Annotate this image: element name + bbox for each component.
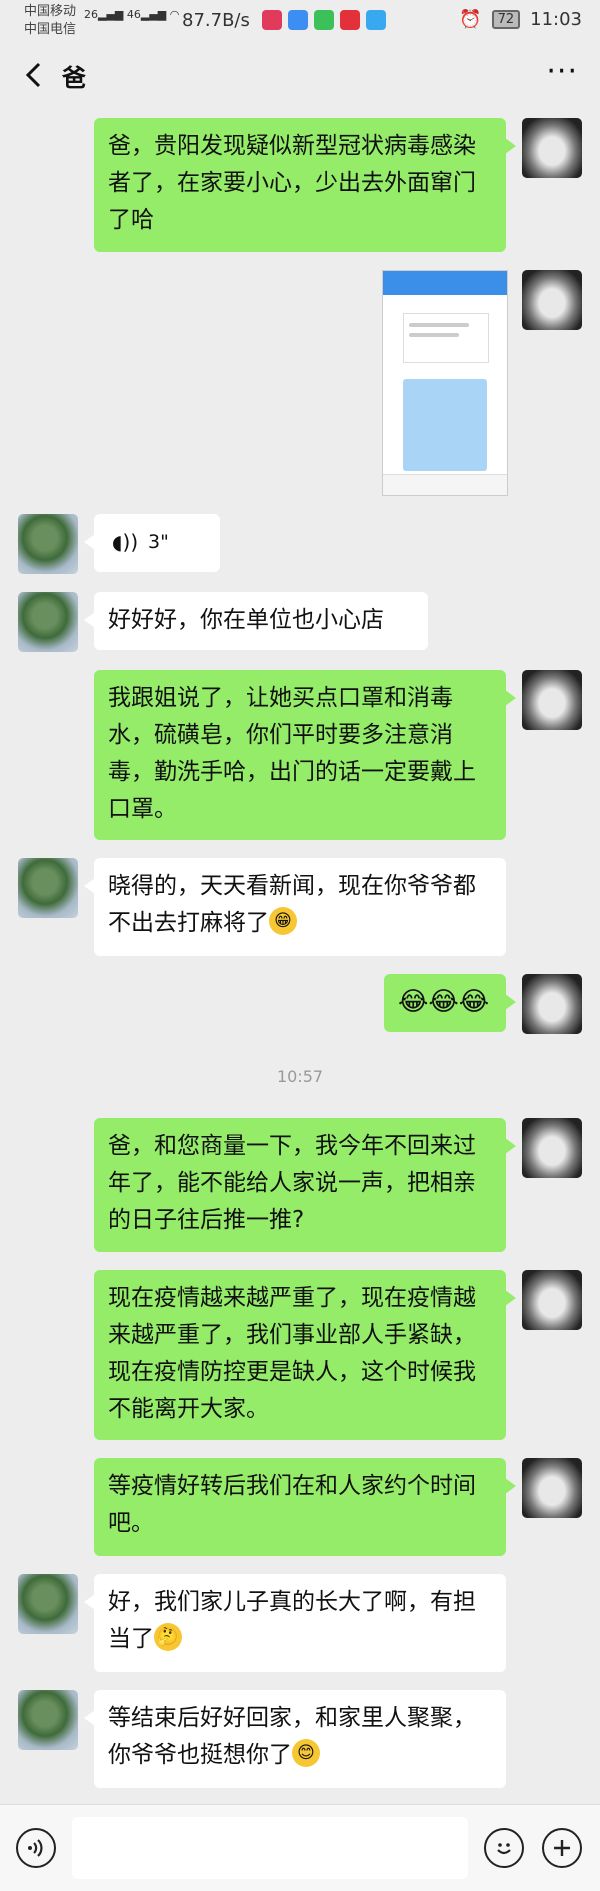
carrier-1: 中国移动 xyxy=(24,4,77,19)
carrier-info: 中国移动 中国电信 xyxy=(24,3,76,39)
message-text: 等结束后好好回家，和家里人聚聚，你爷爷也挺想你了 xyxy=(108,1705,476,1768)
voice-message[interactable]: ◖)) 3" xyxy=(84,514,220,572)
avatar-me[interactable] xyxy=(522,1458,582,1518)
more-dots-icon[interactable]: ··· xyxy=(546,54,578,89)
message-input[interactable] xyxy=(72,1817,468,1879)
network-type-1: 26 xyxy=(84,8,98,21)
emoji-message[interactable]: 😂😂😂 xyxy=(384,974,516,1032)
message-bubble-other[interactable]: 等结束后好好回家，和家里人聚聚，你爷爷也挺想你了 😊 xyxy=(84,1690,506,1788)
emoji-icon[interactable] xyxy=(484,1828,524,1868)
smile-emoji-icon: 😊 xyxy=(292,1738,320,1767)
voice-wave-icon: ◖)) xyxy=(112,530,139,554)
carrier-2: 中国电信 xyxy=(24,22,77,37)
avatar-me[interactable] xyxy=(522,270,582,330)
thinking-emoji-icon: 🤔 xyxy=(154,1622,182,1651)
timestamp: 10:57 xyxy=(276,1067,324,1086)
chevron-left-icon[interactable] xyxy=(20,60,50,90)
app-icon xyxy=(262,10,282,30)
screenshot-header xyxy=(383,271,507,295)
screenshot-card xyxy=(403,313,489,363)
chat-header: 爸 ··· xyxy=(0,42,600,112)
avatar-me[interactable] xyxy=(522,1270,582,1330)
avatar-dad[interactable] xyxy=(18,1690,78,1750)
avatar-me[interactable] xyxy=(522,118,582,178)
notification-icons xyxy=(262,10,386,30)
app-icon xyxy=(314,10,334,30)
message-bubble-other[interactable]: 好好好，你在单位也小心店 xyxy=(84,592,428,650)
avatar-dad[interactable] xyxy=(18,514,78,574)
screenshot-footer xyxy=(383,474,507,495)
screenshot-text-line xyxy=(409,323,469,327)
avatar-me[interactable] xyxy=(522,1118,582,1178)
message-bubble-other[interactable]: 晓得的，天天看新闻，现在你爷爷都不出去打麻将了 😁 xyxy=(84,858,506,956)
avatar-me[interactable] xyxy=(522,670,582,730)
avatar-dad[interactable] xyxy=(18,1574,78,1634)
message-bubble-me[interactable]: 爸，贵阳发现疑似新型冠状病毒感染者了，在家要小心，少出去外面窜门了哈 xyxy=(94,118,516,252)
alarm-icon: ⏰ xyxy=(459,9,482,30)
chat-title: 爸 xyxy=(62,64,86,92)
message-bubble-me[interactable]: 等疫情好转后我们在和人家约个时间吧。 xyxy=(94,1458,516,1556)
network-type-2: 46 xyxy=(126,8,141,21)
avatar-me[interactable] xyxy=(522,974,582,1034)
avatar-dad[interactable] xyxy=(18,858,78,918)
status-bar: 中国移动 中国电信 26▂▄▆ 46▂▄▆ ◠ 87.7B/s ⏰ 72 11:… xyxy=(0,0,600,42)
screenshot-message xyxy=(403,379,487,471)
message-bubble-other[interactable]: 好，我们家儿子真的长大了啊，有担当了 🤔 xyxy=(84,1574,506,1672)
voice-duration: 3" xyxy=(148,531,169,553)
battery-icon: 72 xyxy=(491,10,521,29)
grin-emoji-icon: 😁 xyxy=(269,906,297,935)
voice-input-icon[interactable] xyxy=(16,1828,56,1868)
signal-icons: 26▂▄▆ 46▂▄▆ ◠ xyxy=(84,8,180,21)
app-icon xyxy=(340,10,360,30)
clock: 11:03 xyxy=(530,9,582,30)
plus-icon[interactable] xyxy=(542,1828,582,1868)
message-bubble-me[interactable]: 爸，和您商量一下，我今年不回来过年了，能不能给人家说一声，把相亲的日子往后推一推… xyxy=(94,1118,516,1252)
app-icon xyxy=(366,10,386,30)
app-icon xyxy=(288,10,308,30)
input-bar xyxy=(0,1804,600,1891)
status-right: ⏰ 72 11:03 xyxy=(459,9,582,30)
message-bubble-me[interactable]: 现在疫情越来越严重了，现在疫情越来越严重了，我们事业部人手紧缺，现在疫情防控更是… xyxy=(94,1270,516,1440)
avatar-dad[interactable] xyxy=(18,592,78,652)
screenshot-image[interactable] xyxy=(382,270,508,496)
screenshot-text-line xyxy=(409,333,459,337)
message-bubble-me[interactable]: 我跟姐说了，让她买点口罩和消毒水，硫磺皂，你们平时要多注意消毒，勤洗手哈，出门的… xyxy=(94,670,516,840)
network-speed: 87.7B/s xyxy=(182,10,250,31)
